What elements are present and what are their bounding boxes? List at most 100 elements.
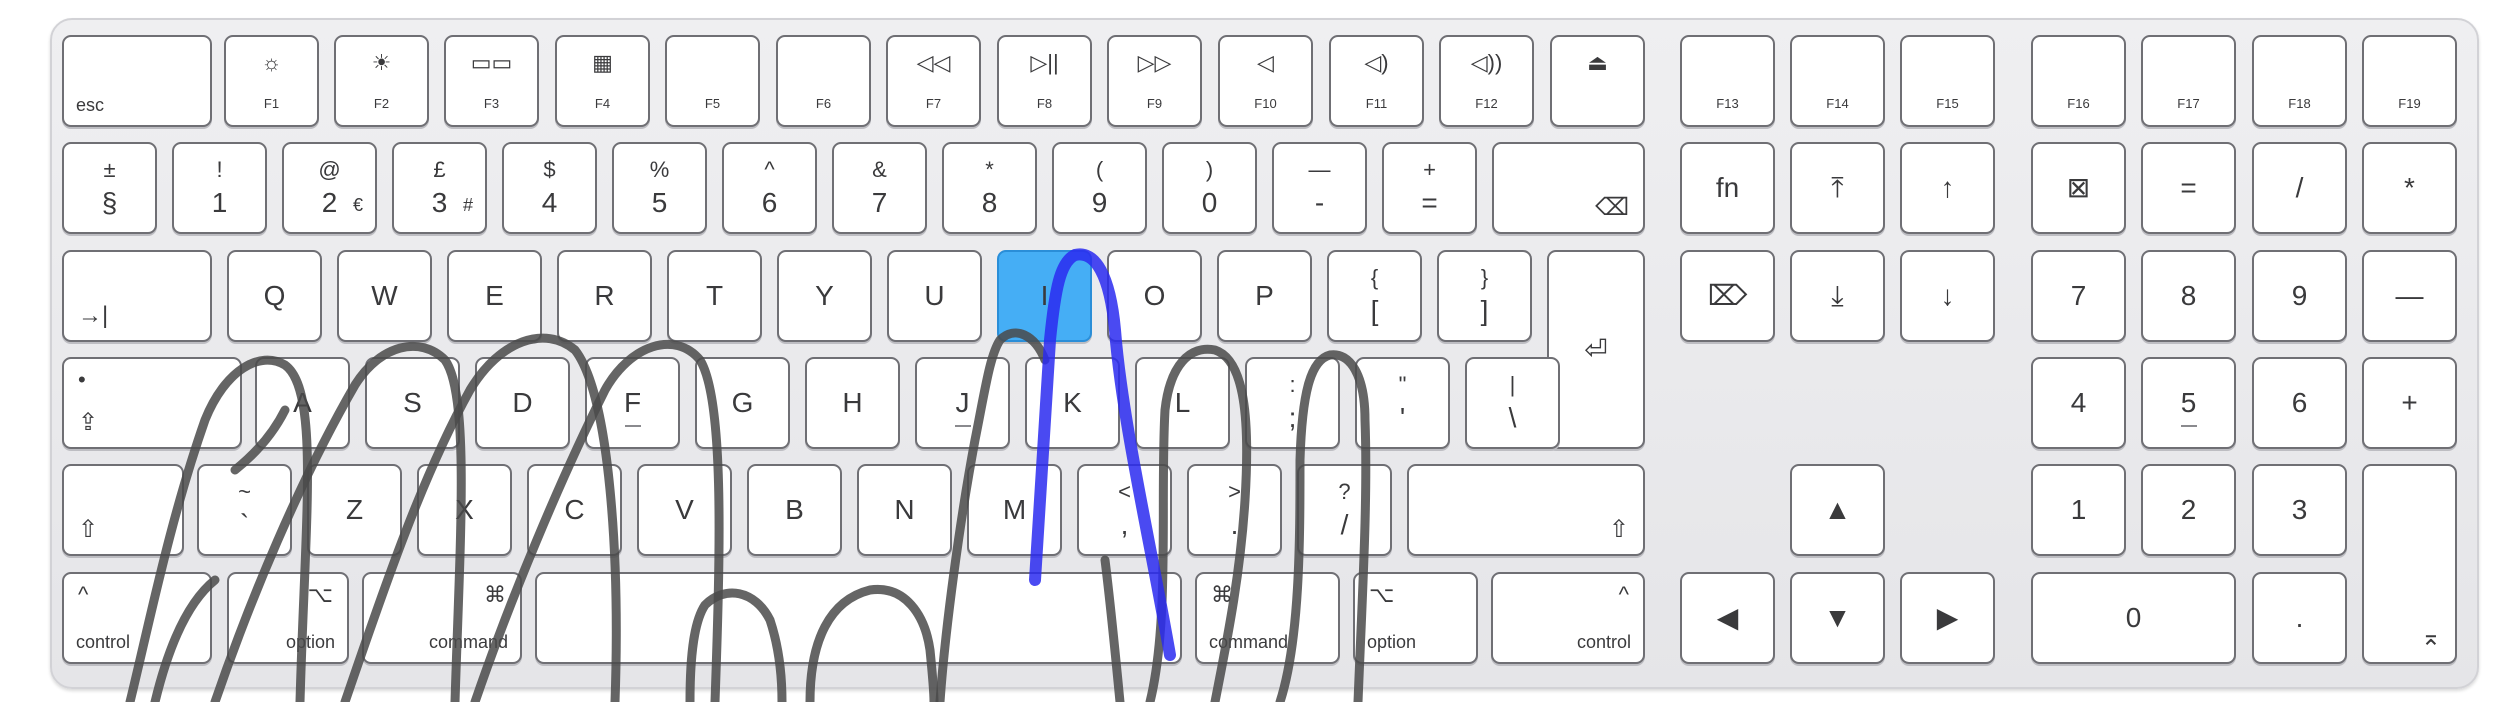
key-fn[interactable]: fn xyxy=(1680,142,1775,234)
key-lbracket[interactable]: {[ xyxy=(1327,250,1422,342)
key-p[interactable]: P xyxy=(1217,250,1312,342)
key-kp-7[interactable]: 7 xyxy=(2031,250,2126,342)
key-j[interactable]: J xyxy=(915,357,1010,449)
key-i[interactable]: I xyxy=(997,250,1092,342)
key-up[interactable]: ▲ xyxy=(1790,464,1885,556)
key-semicolon[interactable]: :; xyxy=(1245,357,1340,449)
key-kp-5[interactable]: 5 xyxy=(2141,357,2236,449)
key-kp-0[interactable]: 0 xyxy=(2031,572,2236,664)
key-kp-1[interactable]: 1 xyxy=(2031,464,2126,556)
key-a[interactable]: A xyxy=(255,357,350,449)
key-4[interactable]: $4 xyxy=(502,142,597,234)
key-q[interactable]: Q xyxy=(227,250,322,342)
key-f19[interactable]: F19 xyxy=(2362,35,2457,127)
key-f9[interactable]: ▷▷ F9 xyxy=(1107,35,1202,127)
key-kp-9[interactable]: 9 xyxy=(2252,250,2347,342)
key-8[interactable]: * 8 xyxy=(942,142,1037,234)
key-f14[interactable]: F14 xyxy=(1790,35,1885,127)
key-6[interactable]: ^ 6 xyxy=(722,142,817,234)
key-f5[interactable]: F5 xyxy=(665,35,760,127)
key-equals[interactable]: + = xyxy=(1382,142,1477,234)
key-loption[interactable]: option ⌥ xyxy=(227,572,349,664)
key-kp-3[interactable]: 3 xyxy=(2252,464,2347,556)
key-y[interactable]: Y xyxy=(777,250,872,342)
key-0[interactable]: ) 0 xyxy=(1162,142,1257,234)
key-rshift[interactable]: ⇧ xyxy=(1407,464,1645,556)
key-kp-equals[interactable]: = xyxy=(2141,142,2236,234)
key-tab[interactable]: →| xyxy=(62,250,212,342)
key-1[interactable]: ! 1 xyxy=(172,142,267,234)
key-grave[interactable]: ~ ` xyxy=(197,464,292,556)
key-lcontrol[interactable]: control ^ xyxy=(62,572,212,664)
key-r[interactable]: R xyxy=(557,250,652,342)
key-kp-multiply[interactable]: * xyxy=(2362,142,2457,234)
key-3[interactable]: £3 # xyxy=(392,142,487,234)
key-rcontrol[interactable]: control ^ xyxy=(1491,572,1645,664)
key-c[interactable]: C xyxy=(527,464,622,556)
key-t[interactable]: T xyxy=(667,250,762,342)
key-h[interactable]: H xyxy=(805,357,900,449)
key-rbracket[interactable]: }] xyxy=(1437,250,1532,342)
key-k[interactable]: K xyxy=(1025,357,1120,449)
key-f10[interactable]: ◁ F10 xyxy=(1218,35,1313,127)
key-period[interactable]: >. xyxy=(1187,464,1282,556)
key-kp-2[interactable]: 2 xyxy=(2141,464,2236,556)
key-lcommand[interactable]: command ⌘ xyxy=(362,572,522,664)
key-b[interactable]: B xyxy=(747,464,842,556)
key-f17[interactable]: F17 xyxy=(2141,35,2236,127)
key-kp-decimal[interactable]: . xyxy=(2252,572,2347,664)
key-v[interactable]: V xyxy=(637,464,732,556)
key-comma[interactable]: <, xyxy=(1077,464,1172,556)
key-2[interactable]: @2 € xyxy=(282,142,377,234)
key-section[interactable]: ± § xyxy=(62,142,157,234)
key-kp-divide[interactable]: / xyxy=(2252,142,2347,234)
key-kp-8[interactable]: 8 xyxy=(2141,250,2236,342)
key-kp-minus[interactable]: — xyxy=(2362,250,2457,342)
key-d[interactable]: D xyxy=(475,357,570,449)
key-f1[interactable]: ☼ F1 xyxy=(224,35,319,127)
key-clear[interactable]: ⊠ xyxy=(2031,142,2126,234)
key-9[interactable]: (9 xyxy=(1052,142,1147,234)
key-f11[interactable]: ◁) F11 xyxy=(1329,35,1424,127)
key-fwd-delete[interactable]: ⌦ xyxy=(1680,250,1775,342)
key-pagedown[interactable]: ↓ xyxy=(1900,250,1995,342)
key-right[interactable]: ▶ xyxy=(1900,572,1995,664)
key-f13[interactable]: F13 xyxy=(1680,35,1775,127)
key-f16[interactable]: F16 xyxy=(2031,35,2126,127)
key-x[interactable]: X xyxy=(417,464,512,556)
key-slash[interactable]: ? / xyxy=(1297,464,1392,556)
key-kp-enter[interactable]: ⌅ xyxy=(2362,464,2457,664)
key-roption[interactable]: option ⌥ xyxy=(1353,572,1478,664)
key-f4[interactable]: ▦ F4 xyxy=(555,35,650,127)
key-lshift[interactable]: ⇧ xyxy=(62,464,184,556)
key-f15[interactable]: F15 xyxy=(1900,35,1995,127)
key-esc[interactable]: esc xyxy=(62,35,212,127)
key-f12[interactable]: ◁)) F12 xyxy=(1439,35,1534,127)
key-down[interactable]: ▼ xyxy=(1790,572,1885,664)
key-caps[interactable]: ⇪ • xyxy=(62,357,242,449)
key-n[interactable]: N xyxy=(857,464,952,556)
key-f7[interactable]: ◁◁ F7 xyxy=(886,35,981,127)
key-f3[interactable]: ▭▭ F3 xyxy=(444,35,539,127)
key-kp-6[interactable]: 6 xyxy=(2252,357,2347,449)
key-end[interactable]: ⤓ xyxy=(1790,250,1885,342)
key-f18[interactable]: F18 xyxy=(2252,35,2347,127)
key-minus[interactable]: — - xyxy=(1272,142,1367,234)
key-u[interactable]: U xyxy=(887,250,982,342)
key-delete[interactable]: ⌫ xyxy=(1492,142,1645,234)
key-7[interactable]: & 7 xyxy=(832,142,927,234)
key-kp-4[interactable]: 4 xyxy=(2031,357,2126,449)
key-space[interactable] xyxy=(535,572,1182,664)
key-g[interactable]: G xyxy=(695,357,790,449)
key-e[interactable]: E xyxy=(447,250,542,342)
key-pageup[interactable]: ↑ xyxy=(1900,142,1995,234)
key-rcommand[interactable]: command ⌘ xyxy=(1195,572,1340,664)
key-f8[interactable]: ▷|| F8 xyxy=(997,35,1092,127)
key-f6[interactable]: F6 xyxy=(776,35,871,127)
key-eject[interactable]: ⏏ xyxy=(1550,35,1645,127)
key-kp-plus[interactable]: + xyxy=(2362,357,2457,449)
key-quote[interactable]: " ' xyxy=(1355,357,1450,449)
key-s[interactable]: S xyxy=(365,357,460,449)
key-f2[interactable]: ☀ F2 xyxy=(334,35,429,127)
key-l[interactable]: L xyxy=(1135,357,1230,449)
